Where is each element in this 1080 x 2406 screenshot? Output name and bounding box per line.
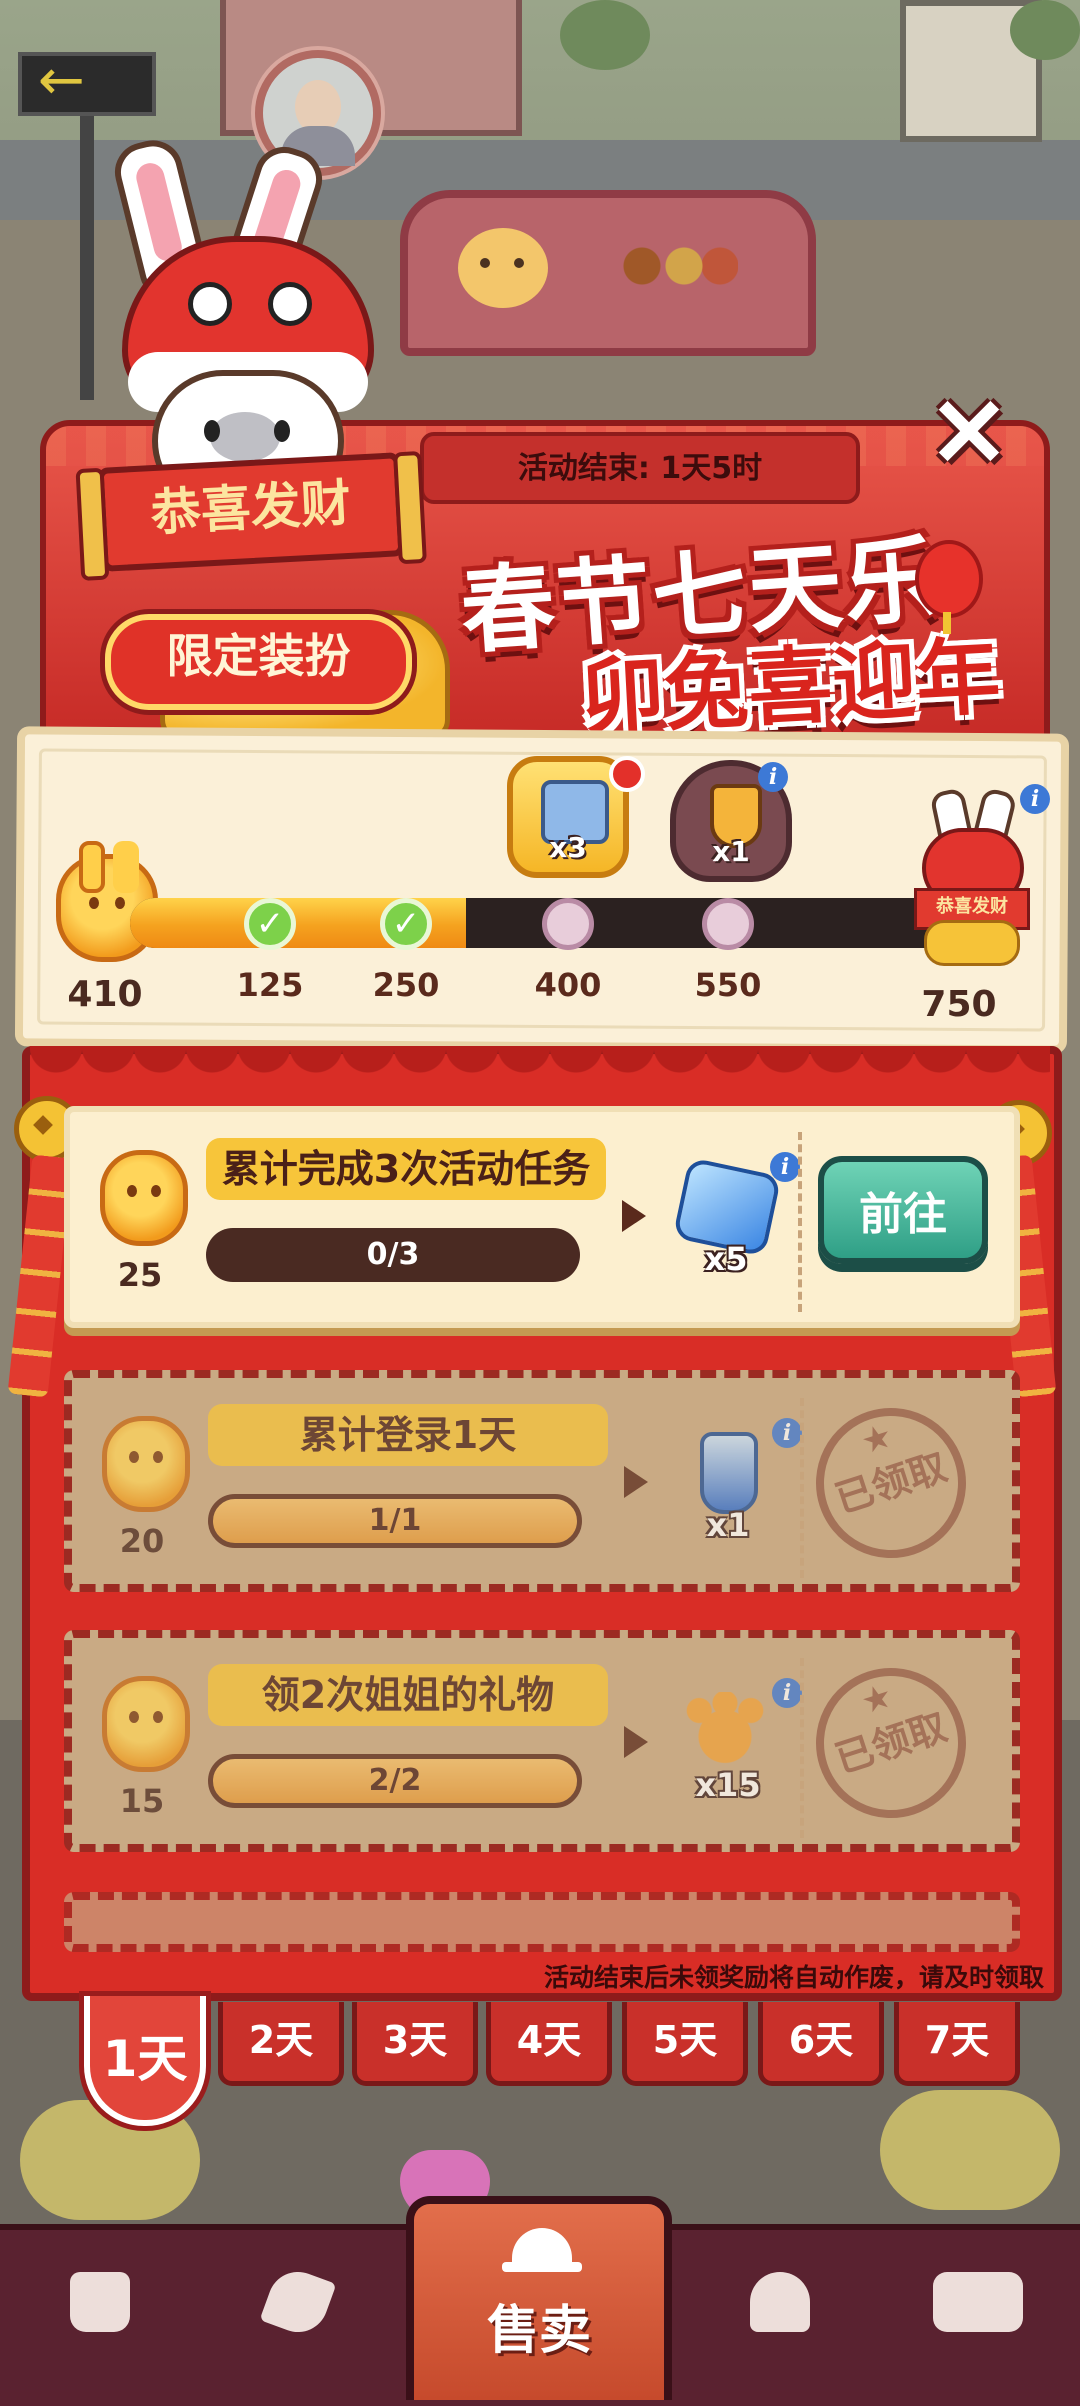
day-tab-3[interactable]: 3天 xyxy=(352,2002,478,2086)
max-score: 750 xyxy=(921,984,997,1025)
info-icon[interactable]: i xyxy=(758,762,788,792)
rabbit-eye xyxy=(204,420,220,442)
go-button[interactable]: 前往 xyxy=(818,1156,988,1264)
task-title: 领2次姐姐的礼物 xyxy=(208,1664,608,1726)
milestone-qty: x3 xyxy=(549,831,587,864)
claimed-stamp: 已领取 xyxy=(796,1648,986,1838)
claimed-stamp: 已领取 xyxy=(796,1388,986,1578)
rabbit-coin-icon xyxy=(102,1416,190,1512)
arrow-right-icon xyxy=(624,1466,648,1498)
service-bell-icon xyxy=(502,2228,582,2272)
task-row-partial xyxy=(64,1892,1020,1952)
checkpoint-label: 400 xyxy=(534,966,602,1004)
reward-qty: x5 xyxy=(704,1240,748,1278)
task-row: 20 累计登录1天 1/1 x1 i 已领取 xyxy=(64,1370,1020,1592)
bus-icon xyxy=(933,2272,1023,2332)
task-progress-bar: 2/2 xyxy=(208,1754,582,1808)
event-countdown: 活动结束: 1天5时 xyxy=(420,432,860,504)
checkpoint-node-550 xyxy=(702,898,754,950)
shopping-bag-icon xyxy=(70,2272,130,2332)
info-icon[interactable]: i xyxy=(772,1418,802,1448)
gold-ingots-icon xyxy=(924,920,1020,966)
paw-cookie-icon xyxy=(682,1692,768,1766)
task-progress-bar: 0/3 xyxy=(206,1228,580,1282)
direction-sign-icon xyxy=(18,48,156,116)
task-reward[interactable]: x5 i xyxy=(666,1152,800,1282)
reward-qty: x15 xyxy=(695,1766,761,1804)
day-tab-4[interactable]: 4天 xyxy=(486,2002,612,2086)
background-tree xyxy=(1010,0,1080,60)
reward-qty: x1 xyxy=(706,1506,750,1544)
panel-scallop-trim xyxy=(30,1046,1050,1082)
final-reward-rabbit-outfit[interactable]: 恭喜发财 xyxy=(914,786,1030,966)
nav-map-person[interactable] xyxy=(720,2250,840,2370)
nav-sell-label: 售卖 xyxy=(486,2301,591,2361)
limited-outfit-badge[interactable]: 限定装扮 xyxy=(105,614,412,710)
checkpoint-node-125: ✓ xyxy=(244,898,296,950)
task-reward[interactable]: x15 i xyxy=(668,1678,802,1808)
skewer-food-icon xyxy=(618,238,738,308)
background-flowers xyxy=(880,2090,1060,2210)
task-points: 20 xyxy=(119,1522,165,1560)
nav-sell-tab[interactable]: 售卖 xyxy=(406,2196,672,2400)
close-button[interactable]: ✕ xyxy=(920,385,1018,483)
task-row: 15 领2次姐姐的礼物 2/2 x15 i 已领取 xyxy=(64,1630,1020,1852)
day-tab-1[interactable]: 1天 xyxy=(84,1996,206,2126)
checkpoint-node-400 xyxy=(542,898,594,950)
arrow-right-icon xyxy=(622,1200,646,1232)
potion-icon xyxy=(700,1432,758,1514)
notification-dot xyxy=(609,756,645,792)
info-icon[interactable]: i xyxy=(772,1678,802,1708)
current-score: 410 xyxy=(67,974,143,1015)
hat-eye xyxy=(268,282,312,326)
task-title: 累计完成3次活动任务 xyxy=(206,1138,606,1200)
stall-sun-mascot-icon xyxy=(458,228,548,308)
rabbit-patch xyxy=(210,412,280,462)
info-icon[interactable]: i xyxy=(1020,784,1050,814)
milestone-reward-400[interactable]: x3 xyxy=(507,756,645,878)
background-tree xyxy=(560,0,650,70)
task-row: 25 累计完成3次活动任务 0/3 x5 i 前往 xyxy=(64,1106,1020,1328)
day-tab-7[interactable]: 7天 xyxy=(894,2002,1020,2086)
task-title: 累计登录1天 xyxy=(208,1404,608,1466)
task-progress-bar: 1/1 xyxy=(208,1494,582,1548)
day-tab-5[interactable]: 5天 xyxy=(622,2002,748,2086)
rabbit-coin-icon xyxy=(102,1676,190,1772)
nav-bus[interactable] xyxy=(918,2250,1038,2370)
checkpoint-label: 125 xyxy=(236,966,304,1004)
day-tab-2[interactable]: 2天 xyxy=(218,2002,344,2086)
hat-eye xyxy=(188,282,232,326)
task-points: 25 xyxy=(117,1256,163,1294)
dashed-divider xyxy=(798,1132,802,1312)
milestone-qty: x1 xyxy=(712,835,750,868)
rabbit-coin-icon xyxy=(100,1150,188,1246)
day-tab-6[interactable]: 6天 xyxy=(758,2002,884,2086)
rabbit-eye xyxy=(274,420,290,442)
close-icon: ✕ xyxy=(928,380,1010,487)
map-person-icon xyxy=(750,2272,810,2332)
info-icon[interactable]: i xyxy=(770,1152,800,1182)
checkpoint-label: 250 xyxy=(372,966,440,1004)
handshake-icon xyxy=(259,2263,337,2341)
checkpoint-label: 550 xyxy=(694,966,762,1004)
background-food-stall xyxy=(400,190,816,356)
expiry-note: 活动结束后未领奖励将自动作废，请及时领取 xyxy=(543,1963,1044,1992)
nav-handshake[interactable] xyxy=(238,2250,358,2370)
greeting-scroll: 恭喜发财 xyxy=(97,452,405,572)
arrow-right-icon xyxy=(624,1726,648,1758)
nav-shop-bag[interactable] xyxy=(40,2250,160,2370)
task-reward[interactable]: x1 i xyxy=(668,1418,802,1548)
lantern-icon xyxy=(915,540,983,634)
task-points: 15 xyxy=(119,1782,165,1820)
checkpoint-node-250: ✓ xyxy=(380,898,432,950)
